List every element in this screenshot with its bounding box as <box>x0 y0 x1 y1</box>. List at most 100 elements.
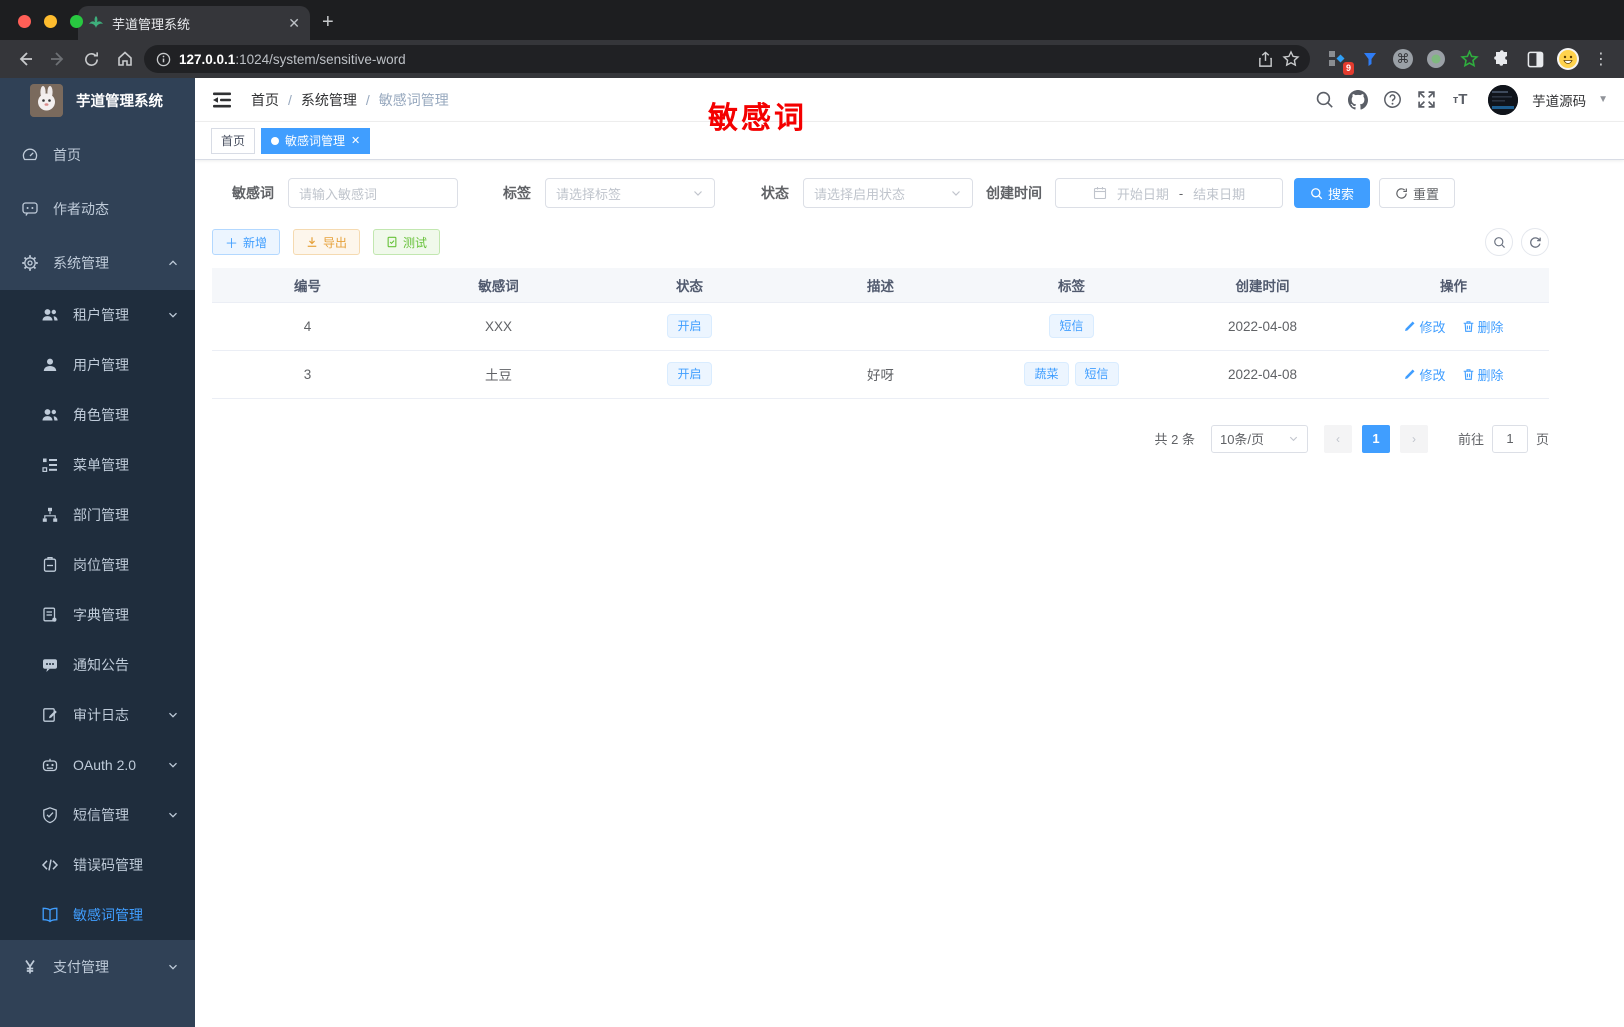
zoom-window-button[interactable] <box>70 15 83 28</box>
export-button[interactable]: 导出 <box>293 229 361 255</box>
sidebar-item-label: 短信管理 <box>73 807 129 823</box>
sidebar-item-系统管理[interactable]: 系统管理 <box>0 236 195 290</box>
status-select[interactable]: 请选择启用状态 <box>803 178 973 208</box>
notice-comment-icon <box>41 656 59 674</box>
home-icon[interactable] <box>111 44 141 74</box>
sidebar-item-支付管理[interactable]: 支付管理 <box>0 940 195 994</box>
sidebar-item-字典管理[interactable]: 字典管理 <box>0 590 195 640</box>
date-range-picker[interactable]: 开始日期 - 结束日期 <box>1055 178 1283 208</box>
column-header-描述: 描述 <box>785 268 976 302</box>
refresh-table-button[interactable] <box>1521 228 1549 256</box>
share-icon[interactable] <box>1257 50 1274 68</box>
new-tab-button[interactable]: + <box>322 11 334 34</box>
sidebar-item-岗位管理[interactable]: 岗位管理 <box>0 540 195 590</box>
url-text: 127.0.0.1:1024/system/sensitive-word <box>179 51 406 67</box>
close-window-button[interactable] <box>18 15 31 28</box>
goto-page-input[interactable] <box>1491 424 1528 453</box>
tag-close-icon[interactable]: ✕ <box>351 134 360 147</box>
goto-page: 前往 页 <box>1458 424 1549 453</box>
search-icon[interactable] <box>1312 88 1336 112</box>
help-icon[interactable] <box>1380 88 1404 112</box>
funnel-extension-icon[interactable] <box>1357 46 1383 72</box>
menu-tree-icon <box>41 456 59 474</box>
document-check-icon <box>387 236 397 248</box>
sidebar-item-角色管理[interactable]: 角色管理 <box>0 390 195 440</box>
refresh-icon <box>1396 187 1407 199</box>
breadcrumb-item[interactable]: 首页 <box>251 90 279 110</box>
org-tree-icon <box>41 506 59 524</box>
sidebar-item-OAuth 2.0[interactable]: OAuth 2.0 <box>0 740 195 790</box>
status-badge: 开启 <box>667 361 712 387</box>
sidebar-item-敏感词管理[interactable]: 敏感词管理 <box>0 890 195 940</box>
add-button[interactable]: ＋新增 <box>212 229 281 255</box>
back-icon[interactable] <box>10 44 40 74</box>
puzzle-extensions-icon[interactable] <box>1489 46 1515 72</box>
audit-log-icon <box>41 706 59 724</box>
column-header-操作: 操作 <box>1358 268 1549 302</box>
tag-敏感词管理[interactable]: 敏感词管理 ✕ <box>261 127 371 154</box>
page-1-button[interactable]: 1 <box>1361 424 1390 453</box>
logo-rabbit-image <box>30 83 63 117</box>
toggle-search-button[interactable] <box>1485 228 1513 256</box>
next-page-button[interactable]: › <box>1399 424 1428 453</box>
browser-menu-kebab-icon[interactable]: ⋮ <box>1588 46 1614 72</box>
reset-button[interactable]: 重置 <box>1379 178 1456 208</box>
delete-link[interactable]: 删除 <box>1462 365 1504 384</box>
sidebar-item-通知公告[interactable]: 通知公告 <box>0 640 195 690</box>
edit-link[interactable]: 修改 <box>1403 365 1446 384</box>
user-icon <box>41 356 59 374</box>
sidebar-item-短信管理[interactable]: 短信管理 <box>0 790 195 840</box>
oauth-robot-icon <box>41 756 59 774</box>
sidebar-item-错误码管理[interactable]: 错误码管理 <box>0 840 195 890</box>
cell-description: 好呀 <box>785 350 976 399</box>
tag-select[interactable]: 请选择标签 <box>545 178 715 208</box>
browser-tab[interactable]: 芋道管理系统 ✕ <box>78 6 310 40</box>
minimize-window-button[interactable] <box>44 15 57 28</box>
page-size-select[interactable]: 10条/页 <box>1210 424 1308 453</box>
cell-actions: 修改 删除 <box>1358 301 1549 351</box>
fullscreen-icon[interactable] <box>1414 88 1438 112</box>
edit-link[interactable]: 修改 <box>1403 317 1446 336</box>
font-size-icon[interactable]: тT <box>1448 88 1472 112</box>
user-menu-caret-icon[interactable]: ▼ <box>1598 94 1608 105</box>
user-avatar[interactable] <box>1488 84 1519 115</box>
sidebar-item-菜单管理[interactable]: 菜单管理 <box>0 440 195 490</box>
bookmark-star-icon[interactable] <box>1282 50 1300 68</box>
reload-icon[interactable] <box>77 44 107 74</box>
search-button[interactable]: 搜索 <box>1294 178 1371 208</box>
collapse-sidebar-icon[interactable] <box>211 90 233 110</box>
star-extension-icon[interactable] <box>1456 46 1482 72</box>
keyword-input[interactable]: 请输入敏感词 <box>288 178 458 208</box>
breadcrumb-item: 敏感词管理 <box>378 91 449 108</box>
sidebar-item-租户管理[interactable]: 租户管理 <box>0 290 195 340</box>
grid-extension-icon[interactable]: 9 <box>1324 46 1354 75</box>
sidebar-item-审计日志[interactable]: 审计日志 <box>0 690 195 740</box>
tab-title: 芋道管理系统 <box>112 16 191 32</box>
sidebar-logo[interactable]: 芋道管理系统 <box>0 78 195 122</box>
record-extension-icon[interactable] <box>1423 46 1449 72</box>
site-info-icon[interactable] <box>156 52 171 67</box>
active-dot-icon <box>271 136 280 145</box>
sidebar-item-首页[interactable]: 首页 <box>0 128 195 182</box>
tab-close-icon[interactable]: ✕ <box>288 15 300 32</box>
chevron-up-icon <box>167 257 179 269</box>
sidebar-item-部门管理[interactable]: 部门管理 <box>0 490 195 540</box>
tag-首页[interactable]: 首页 <box>211 127 256 154</box>
breadcrumb-item[interactable]: 系统管理 <box>301 90 357 110</box>
sidebar-item-label: 首页 <box>53 147 81 163</box>
gear-icon <box>21 254 39 272</box>
delete-link[interactable]: 删除 <box>1462 317 1504 336</box>
command-extension-icon[interactable]: ⌘ <box>1390 46 1416 72</box>
test-button[interactable]: 测试 <box>373 229 441 255</box>
sidebar-item-用户管理[interactable]: 用户管理 <box>0 340 195 390</box>
username[interactable]: 芋道源码 <box>1532 90 1586 110</box>
github-icon[interactable] <box>1346 88 1370 112</box>
prev-page-button[interactable]: ‹ <box>1323 424 1352 453</box>
cell-create-time: 2022-04-08 <box>1167 350 1358 399</box>
profile-avatar-icon[interactable] <box>1555 46 1581 72</box>
split-screen-icon[interactable] <box>1522 46 1548 72</box>
url-bar[interactable]: 127.0.0.1:1024/system/sensitive-word <box>144 45 1310 73</box>
red-annotation-text: 敏感词 <box>708 102 807 135</box>
sidebar-item-作者动态[interactable]: 作者动态 <box>0 182 195 236</box>
forward-icon[interactable] <box>44 44 74 74</box>
